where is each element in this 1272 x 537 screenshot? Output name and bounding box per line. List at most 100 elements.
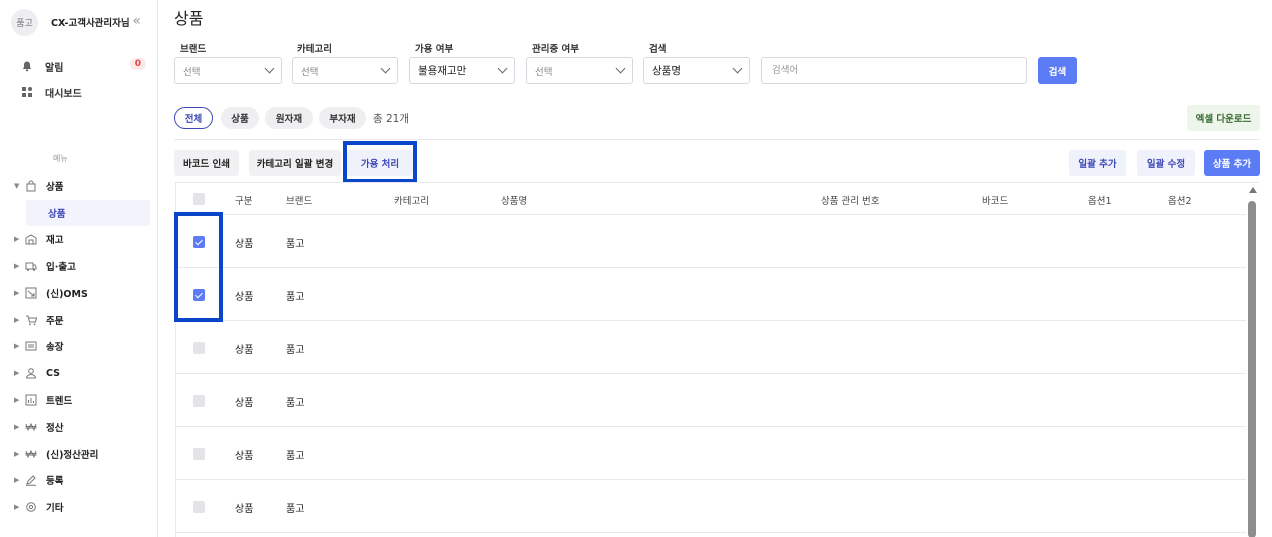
caret-right-icon: ▶ (14, 261, 20, 270)
bulk-edit-button[interactable]: 일괄 수정 (1137, 150, 1195, 176)
oms-icon (24, 286, 38, 300)
sidebar-item-new-settlement[interactable]: ▶ (신)정산관리 (14, 440, 154, 467)
brand-filter-label: 브랜드 (180, 44, 207, 55)
invoice-icon (24, 339, 38, 353)
table-row[interactable]: 상품 품고 (176, 268, 1246, 321)
caret-right-icon: ▶ (14, 503, 20, 512)
vertical-scrollbar[interactable] (1246, 183, 1259, 537)
brand-select[interactable]: 선택 (174, 57, 282, 84)
bag-icon (24, 179, 38, 193)
caret-right-icon: ▶ (14, 422, 20, 431)
sidebar-item-orders[interactable]: ▶ 주문 (14, 306, 154, 333)
category-filter-label: 카테고리 (297, 44, 332, 55)
caret-right-icon: ▶ (14, 315, 20, 324)
table-row[interactable]: 상품 품고 (176, 321, 1246, 374)
row-brand: 품고 (286, 345, 305, 356)
sidebar-item-inbound-outbound[interactable]: ▶ 입·출고 (14, 253, 154, 280)
sidebar-item-inventory[interactable]: ▶ 재고 (14, 226, 154, 253)
sidebar-item-oms[interactable]: ▶ (신)OMS (14, 279, 154, 306)
managed-filter-label: 관리중 여부 (532, 44, 580, 55)
barcode-print-button[interactable]: 바코드 인쇄 (174, 150, 239, 176)
sidebar-item-label: (신)OMS (46, 288, 88, 300)
column-header-product-code[interactable]: 상품 관리 번호 (821, 193, 879, 207)
sidebar-item-invoice[interactable]: ▶ 송장 (14, 333, 154, 360)
sidebar-item-etc[interactable]: ▶ 기타 (14, 494, 154, 521)
sidebar-item-label: 트렌드 (46, 395, 73, 407)
row-checkbox[interactable] (193, 501, 205, 513)
category-select[interactable]: 선택 (292, 57, 398, 84)
bulk-add-button[interactable]: 일괄 추가 (1069, 150, 1126, 176)
row-checkbox[interactable] (193, 395, 205, 407)
chevron-down-icon (732, 63, 743, 74)
sidebar-header: 품고 CX-고객사관리자님 « (11, 8, 151, 36)
column-header-option1[interactable]: 옵션1 (1088, 193, 1112, 207)
category-select-value: 선택 (301, 66, 319, 78)
search-button[interactable]: 검색 (1038, 57, 1077, 84)
sidebar-item-label: 기타 (46, 503, 64, 515)
sidebar: 품고 CX-고객사관리자님 « 알림 0 대시보드 메뉴 ▼ 상품 상품 ▶ 재… (0, 0, 158, 537)
dashboard-icon (21, 86, 33, 98)
collapse-sidebar-icon[interactable]: « (132, 13, 141, 29)
caret-right-icon: ▶ (14, 369, 20, 378)
sidebar-item-product[interactable]: ▼ 상품 (14, 173, 154, 200)
sidebar-item-label: 대시보드 (45, 88, 82, 100)
search-field-value: 상품명 (652, 65, 681, 77)
sidebar-item-register[interactable]: ▶ 등록 (14, 467, 154, 494)
sidebar-item-label: 등록 (46, 476, 64, 488)
column-header-brand[interactable]: 브랜드 (286, 193, 312, 207)
table-row[interactable]: 상품 품고 (176, 374, 1246, 427)
search-filter-label: 검색 (649, 44, 667, 55)
excel-download-button[interactable]: 엑셀 다운로드 (1187, 105, 1260, 131)
availability-filter-label: 가용 여부 (415, 44, 454, 55)
table-header: 구분 브랜드 카테고리 상품명 상품 관리 번호 바코드 옵션1 옵션2 (176, 183, 1246, 215)
row-checkbox[interactable] (193, 448, 205, 460)
column-header-type[interactable]: 구분 (235, 193, 252, 207)
availability-select[interactable]: 불용재고만 (409, 57, 515, 84)
column-header-barcode[interactable]: 바코드 (982, 193, 1008, 207)
row-type: 상품 (235, 398, 254, 409)
sidebar-item-trend[interactable]: ▶ 트렌드 (14, 387, 154, 414)
managed-select-value: 선택 (535, 66, 553, 78)
scrollbar-thumb[interactable] (1248, 201, 1256, 537)
tab-raw-material[interactable]: 원자재 (265, 107, 313, 129)
table-row[interactable]: 상품 품고 (176, 480, 1246, 533)
highlight-box (174, 212, 223, 322)
sidebar-item-settlement[interactable]: ▶ 정산 (14, 413, 154, 440)
product-table: 구분 브랜드 카테고리 상품명 상품 관리 번호 바코드 옵션1 옵션2 상품 … (175, 182, 1259, 537)
chevron-down-icon (264, 63, 275, 74)
row-checkbox[interactable] (193, 342, 205, 354)
table-row[interactable]: 상품 품고 (176, 215, 1246, 268)
caret-right-icon: ▶ (14, 235, 20, 244)
scroll-up-arrow-icon[interactable] (1249, 187, 1257, 193)
caret-right-icon: ▶ (14, 342, 20, 351)
tab-sub-material[interactable]: 부자재 (319, 107, 366, 129)
gear-icon (24, 500, 38, 514)
tab-all[interactable]: 전체 (174, 107, 213, 129)
search-input[interactable] (761, 57, 1027, 84)
company-name: CX-고객사관리자님 (51, 18, 130, 29)
select-all-checkbox[interactable] (193, 193, 205, 205)
sidebar-item-dashboard[interactable]: 대시보드 (16, 79, 146, 105)
category-bulk-change-button[interactable]: 카테고리 일괄 변경 (249, 150, 341, 176)
avatar[interactable]: 품고 (11, 8, 38, 36)
managed-select[interactable]: 선택 (526, 57, 633, 84)
page-title: 상품 (174, 9, 204, 28)
table-row[interactable]: 상품 품고 (176, 427, 1246, 480)
column-header-option2[interactable]: 옵션2 (1168, 193, 1192, 207)
row-type: 상품 (235, 292, 254, 303)
tab-product[interactable]: 상품 (221, 107, 259, 129)
sidebar-item-label: 재고 (46, 235, 64, 247)
sidebar-item-cs[interactable]: ▶ CS (14, 360, 154, 387)
row-brand: 품고 (286, 398, 305, 409)
sidebar-item-alerts[interactable]: 알림 0 (16, 53, 146, 79)
sidebar-item-label: 주문 (46, 315, 64, 327)
search-field-select[interactable]: 상품명 (643, 57, 750, 84)
column-header-category[interactable]: 카테고리 (394, 193, 429, 207)
sidebar-subitem-product[interactable]: 상품 (26, 199, 150, 226)
row-brand: 품고 (286, 451, 305, 462)
sidebar-item-label: CS (46, 367, 60, 379)
row-type: 상품 (235, 451, 254, 462)
column-header-product-name[interactable]: 상품명 (501, 193, 527, 207)
bell-icon (21, 60, 33, 72)
add-product-button[interactable]: 상품 추가 (1204, 150, 1260, 176)
